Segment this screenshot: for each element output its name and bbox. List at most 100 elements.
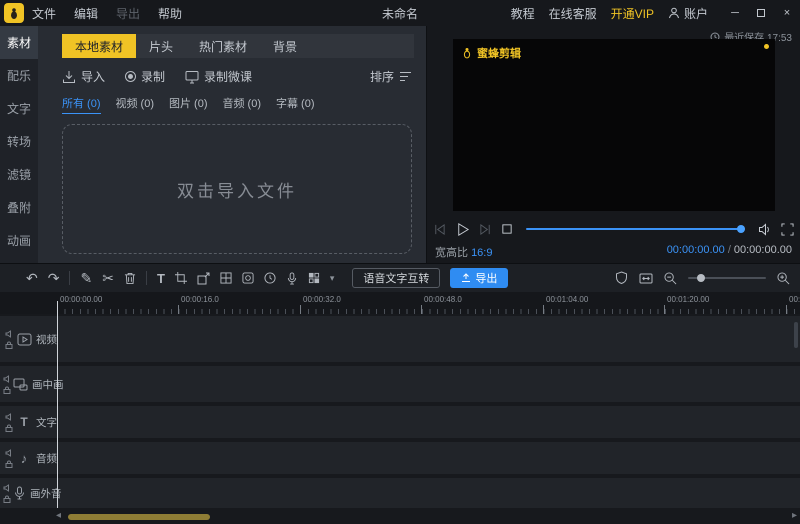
dubbing-button[interactable] bbox=[286, 272, 298, 285]
track-video-lane[interactable] bbox=[58, 316, 800, 362]
previous-frame-button[interactable] bbox=[433, 223, 446, 236]
menu-export[interactable]: 导出 bbox=[116, 5, 140, 22]
edit-tool-button[interactable]: ✎ bbox=[80, 271, 92, 285]
screen-record-icon bbox=[185, 70, 199, 84]
sidebar-item-transition[interactable]: 转场 bbox=[0, 125, 38, 158]
speech-text-button[interactable]: 语音文字互转 bbox=[352, 268, 441, 288]
menu-help[interactable]: 帮助 bbox=[158, 5, 182, 22]
mute-icon[interactable] bbox=[3, 483, 11, 492]
import-dropzone[interactable]: 双击导入文件 bbox=[62, 124, 412, 254]
lock-icon[interactable] bbox=[5, 341, 13, 349]
split-tool-button[interactable]: ✂ bbox=[102, 271, 114, 285]
mute-icon[interactable] bbox=[5, 412, 13, 421]
ruler-label: 00:00:00.00 bbox=[60, 295, 103, 304]
text-tool-button[interactable]: T bbox=[157, 272, 165, 285]
next-frame-button[interactable] bbox=[479, 223, 492, 236]
support-link[interactable]: 在线客服 bbox=[549, 5, 597, 22]
redo-button[interactable]: ↷ bbox=[48, 271, 60, 285]
major-tick bbox=[664, 305, 665, 314]
close-button[interactable]: × bbox=[774, 0, 800, 26]
volume-icon[interactable] bbox=[758, 222, 772, 236]
sidebar-item-filter[interactable]: 滤镜 bbox=[0, 158, 38, 191]
timeline-zoom-slider[interactable] bbox=[688, 273, 766, 283]
lock-icon[interactable] bbox=[5, 424, 13, 432]
sidebar-item-media[interactable]: 素材 bbox=[0, 26, 38, 59]
corner-dot bbox=[764, 44, 769, 49]
undo-button[interactable]: ↶ bbox=[26, 271, 38, 285]
shield-icon[interactable] bbox=[615, 271, 628, 285]
filter-video[interactable]: 视频 (0) bbox=[116, 95, 155, 114]
duration-button[interactable] bbox=[264, 272, 276, 284]
seek-slider[interactable] bbox=[526, 224, 745, 234]
import-button[interactable]: 导入 bbox=[62, 68, 105, 85]
lock-icon[interactable] bbox=[3, 386, 11, 394]
sidebar-item-music[interactable]: 配乐 bbox=[0, 59, 38, 92]
zoom-in-icon[interactable] bbox=[777, 271, 790, 285]
time-separator: / bbox=[727, 244, 731, 256]
tutorial-link[interactable]: 教程 bbox=[511, 5, 535, 22]
record-button[interactable]: 录制 bbox=[125, 68, 165, 85]
playhead[interactable] bbox=[54, 292, 61, 508]
tab-background[interactable]: 背景 bbox=[260, 34, 310, 58]
menu-file[interactable]: 文件 bbox=[32, 5, 56, 22]
sidebar-item-overlay[interactable]: 叠附 bbox=[0, 191, 38, 224]
zoom-slider-handle[interactable] bbox=[697, 274, 706, 282]
track-pip-header: 画中画 bbox=[0, 366, 64, 402]
seek-track bbox=[526, 228, 745, 230]
filter-all[interactable]: 所有 (0) bbox=[62, 95, 101, 114]
track-pip-lane[interactable] bbox=[58, 366, 800, 402]
category-sidebar: 素材 配乐 文字 转场 滤镜 叠附 动画 bbox=[0, 26, 38, 263]
sidebar-item-text[interactable]: 文字 bbox=[0, 92, 38, 125]
vertical-scrollbar-thumb[interactable] bbox=[794, 322, 798, 348]
record-lesson-button[interactable]: 录制微课 bbox=[185, 68, 252, 85]
export-icon bbox=[461, 273, 471, 283]
track-text-lane[interactable] bbox=[58, 406, 800, 438]
minimize-button[interactable]: ─ bbox=[722, 0, 748, 26]
tab-local-media[interactable]: 本地素材 bbox=[62, 34, 137, 58]
seek-handle[interactable] bbox=[737, 225, 745, 233]
bee-logo-icon bbox=[461, 47, 473, 59]
mosaic-button[interactable] bbox=[308, 272, 320, 284]
horizontal-scrollbar-thumb[interactable] bbox=[68, 514, 210, 520]
maximize-button[interactable] bbox=[748, 0, 774, 26]
lock-icon[interactable] bbox=[3, 495, 11, 503]
transform-tool-button[interactable] bbox=[197, 272, 210, 285]
stop-button[interactable] bbox=[501, 223, 513, 235]
export-button[interactable]: 导出 bbox=[450, 268, 509, 288]
fullscreen-icon[interactable] bbox=[781, 222, 794, 236]
sidebar-item-animation[interactable]: 动画 bbox=[0, 224, 38, 257]
aspect-ratio-select[interactable]: 宽高比 16:9 bbox=[435, 244, 492, 260]
tab-hot-media[interactable]: 热门素材 bbox=[186, 34, 260, 58]
track-audio-lane[interactable] bbox=[58, 442, 800, 474]
mute-icon[interactable] bbox=[3, 374, 11, 383]
fit-timeline-icon[interactable] bbox=[639, 272, 653, 285]
delete-button[interactable] bbox=[124, 272, 136, 285]
track-voiceover-lane[interactable] bbox=[58, 478, 800, 508]
mute-icon[interactable] bbox=[5, 329, 13, 338]
timeline-ruler[interactable]: 00:00:00.00 00:00:16.0 00:00:32.0 00:00:… bbox=[0, 292, 800, 314]
vip-link[interactable]: 开通VIP bbox=[611, 5, 654, 22]
crop-tool-button[interactable] bbox=[174, 272, 187, 284]
freeze-frame-button[interactable] bbox=[242, 272, 254, 284]
zoom-out-icon[interactable] bbox=[664, 271, 677, 285]
mute-icon[interactable] bbox=[5, 448, 13, 457]
track-video-header: 视频 bbox=[0, 316, 58, 362]
tab-intro[interactable]: 片头 bbox=[136, 34, 186, 58]
scroll-right-icon[interactable]: ▸ bbox=[792, 510, 797, 521]
media-content: 本地素材 片头 热门素材 背景 导入 录制 录制微课 排序 所有 (0) 视频 … bbox=[38, 26, 426, 263]
filter-audio[interactable]: 音频 (0) bbox=[223, 95, 262, 114]
lock-icon[interactable] bbox=[5, 460, 13, 468]
filter-image[interactable]: 图片 (0) bbox=[169, 95, 208, 114]
play-button[interactable] bbox=[455, 222, 470, 237]
filter-subtitle[interactable]: 字幕 (0) bbox=[276, 95, 315, 114]
track-controls bbox=[3, 448, 14, 468]
import-icon bbox=[62, 70, 76, 84]
scroll-left-icon[interactable]: ◂ bbox=[56, 510, 61, 521]
chevron-down-icon[interactable]: ▾ bbox=[330, 273, 335, 283]
track-controls bbox=[3, 374, 11, 394]
menu-edit[interactable]: 编辑 bbox=[74, 5, 98, 22]
media-tabs: 本地素材 片头 热门素材 背景 bbox=[62, 34, 414, 58]
splitscreen-tool-button[interactable] bbox=[220, 272, 232, 284]
sort-button[interactable]: 排序 bbox=[370, 68, 412, 85]
account-button[interactable]: 账户 bbox=[668, 5, 708, 22]
